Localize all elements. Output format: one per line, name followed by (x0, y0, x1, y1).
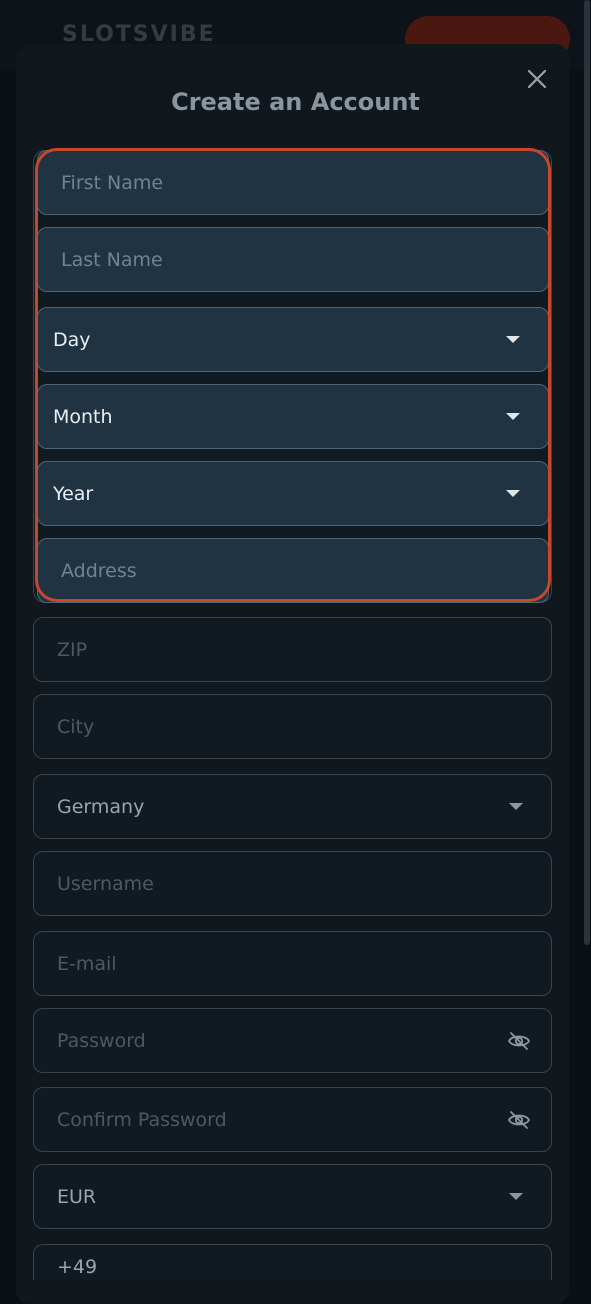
chevron-down-icon (506, 490, 520, 497)
email-placeholder: E-mail (57, 952, 117, 975)
email-field[interactable]: E-mail (33, 931, 552, 996)
chevron-down-icon (509, 803, 523, 810)
eye-slash-icon[interactable] (507, 1029, 531, 1053)
address-field[interactable]: Address (37, 538, 549, 603)
currency-select[interactable]: EUR (33, 1164, 552, 1229)
confirm-password-placeholder: Confirm Password (57, 1108, 227, 1131)
username-placeholder: Username (57, 872, 154, 895)
password-field[interactable]: Password (33, 1008, 552, 1073)
chevron-down-icon (506, 413, 520, 420)
scrollbar[interactable] (584, 0, 590, 945)
field-group (33, 150, 552, 603)
day-select-value: Day (53, 328, 91, 351)
eye-slash-icon[interactable] (507, 1108, 531, 1132)
first-name-placeholder: First Name (61, 171, 164, 194)
address-placeholder: Address (61, 559, 137, 582)
city-placeholder: City (57, 715, 95, 738)
phone-prefix: +49 (57, 1256, 98, 1278)
last-name-placeholder: Last Name (61, 248, 163, 271)
chevron-down-icon (506, 336, 520, 343)
year-select[interactable]: Year (37, 461, 549, 526)
city-field[interactable]: City (33, 694, 552, 759)
first-name-field[interactable]: First Name (37, 150, 549, 215)
currency-select-value: EUR (57, 1185, 97, 1208)
month-select-value: Month (53, 405, 113, 428)
country-select[interactable]: Germany (33, 774, 552, 839)
phone-field[interactable]: +49 (33, 1244, 552, 1280)
day-select[interactable]: Day (37, 307, 549, 372)
zip-field[interactable]: ZIP (33, 617, 552, 682)
month-select[interactable]: Month (37, 384, 549, 449)
zip-placeholder: ZIP (57, 638, 88, 661)
chevron-down-icon (509, 1193, 523, 1200)
country-select-value: Germany (57, 795, 145, 818)
password-placeholder: Password (57, 1029, 146, 1052)
username-field[interactable]: Username (33, 851, 552, 916)
confirm-password-field[interactable]: Confirm Password (33, 1087, 552, 1152)
modal-title: Create an Account (171, 88, 420, 116)
year-select-value: Year (53, 482, 94, 505)
last-name-field[interactable]: Last Name (37, 227, 549, 292)
